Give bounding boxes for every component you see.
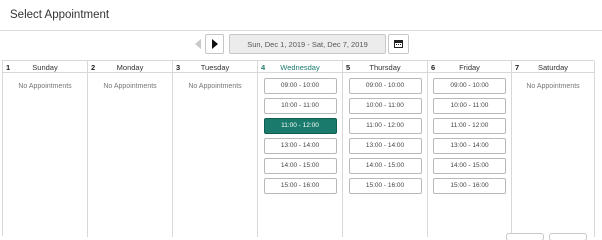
time-slot-button[interactable]: 13:00 - 14:00 [263, 138, 337, 154]
time-slot-button[interactable]: 10:00 - 11:00 [263, 98, 337, 114]
day-header: 4 Wednesday [258, 61, 342, 73]
day-name: Monday [116, 63, 144, 72]
time-slot-button[interactable]: 13:00 - 14:00 [348, 138, 422, 154]
date-range-field[interactable]: Sun, Dec 1, 2019 - Sat, Dec 7, 2019 [229, 34, 386, 54]
time-slot-button[interactable]: 09:00 - 10:00 [433, 78, 506, 94]
time-slot-button[interactable]: 15:00 - 16:00 [348, 178, 422, 194]
day-column-monday: 2 Monday No Appointments [88, 61, 173, 237]
calendar-button[interactable] [388, 34, 409, 54]
time-slot-button[interactable]: 14:00 - 15:00 [348, 158, 422, 174]
time-slot-list: 09:00 - 10:00 10:00 - 11:00 11:00 - 12:00 1… [258, 73, 342, 194]
day-header: 1 Sunday [3, 61, 87, 73]
chevron-right-icon [211, 39, 218, 49]
day-name: Friday [459, 63, 480, 72]
time-slot-list: 09:00 - 10:00 10:00 - 11:00 11:00 - 12:00 1… [428, 73, 511, 194]
time-slot-button[interactable]: 14:00 - 15:00 [263, 158, 337, 174]
day-header: 6 Friday [428, 61, 511, 73]
day-name: Saturday [537, 63, 569, 72]
time-slot-button[interactable]: 15:00 - 16:00 [263, 178, 337, 194]
time-slot-list: 09:00 - 10:00 10:00 - 11:00 11:00 - 12:00 1… [343, 73, 427, 194]
calendar-icon [394, 40, 403, 48]
time-slot-button[interactable]: 11:00 - 12:00 [348, 118, 422, 134]
day-column-tuesday: 3 Tuesday No Appointments [173, 61, 258, 237]
day-column-sunday: 1 Sunday No Appointments [3, 61, 88, 237]
confirm-button[interactable] [549, 233, 587, 240]
dialog-title: Select Appointment [10, 9, 110, 21]
no-appointments-label: No Appointments [526, 83, 580, 90]
day-header: 2 Monday [88, 61, 172, 73]
previous-week-button[interactable] [190, 34, 205, 54]
time-slot-button[interactable]: 15:00 - 16:00 [433, 178, 506, 194]
day-name: Wednesday [280, 63, 320, 72]
time-slot-button[interactable]: 10:00 - 11:00 [433, 98, 506, 114]
day-header: 5 Thursday [343, 61, 427, 73]
dialog-header: Select Appointment [0, 0, 602, 31]
day-header: 3 Tuesday [173, 61, 257, 73]
day-column-thursday: 5 Thursday 09:00 - 10:00 10:00 - 11:00 11:00… [343, 61, 428, 237]
week-navigation: Sun, Dec 1, 2019 - Sat, Dec 7, 2019 [0, 34, 602, 54]
day-name: Sunday [32, 63, 58, 72]
time-slot-button-selected[interactable]: 11:00 - 12:00 [263, 118, 337, 134]
time-slot-button[interactable]: 10:00 - 11:00 [348, 98, 422, 114]
day-name: Thursday [369, 63, 401, 72]
next-week-button[interactable] [205, 34, 224, 54]
day-column-saturday: 7 Saturday No Appointments [512, 61, 595, 237]
time-slot-button[interactable]: 09:00 - 10:00 [348, 78, 422, 94]
day-header: 7 Saturday [512, 61, 594, 73]
week-calendar: 1 Sunday No Appointments 2 Monday No Appoint… [2, 60, 595, 237]
day-column-wednesday: 4 Wednesday 09:00 - 10:00 10:00 - 11:00 11:0… [258, 61, 343, 237]
time-slot-button[interactable]: 13:00 - 14:00 [433, 138, 506, 154]
time-slot-button[interactable]: 09:00 - 10:00 [263, 78, 337, 94]
day-name: Tuesday [200, 63, 230, 72]
day-column-friday: 6 Friday 09:00 - 10:00 10:00 - 11:00 11:00 -… [428, 61, 512, 237]
time-slot-button[interactable]: 14:00 - 15:00 [433, 158, 506, 174]
no-appointments-label: No Appointments [188, 83, 242, 90]
no-appointments-label: No Appointments [103, 83, 157, 90]
cancel-button[interactable] [506, 233, 544, 240]
chevron-left-icon [194, 39, 201, 49]
no-appointments-label: No Appointments [18, 83, 72, 90]
time-slot-button[interactable]: 11:00 - 12:00 [433, 118, 506, 134]
